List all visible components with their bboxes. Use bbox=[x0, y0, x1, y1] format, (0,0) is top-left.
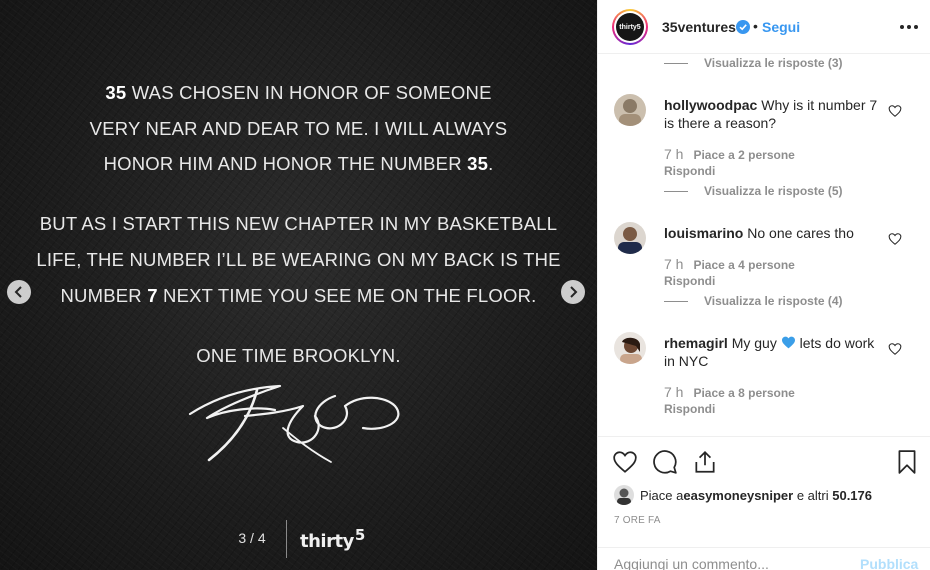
statement-line: NUMBER 7 NEXT TIME YOU SEE ME ON THE FLO… bbox=[0, 285, 597, 307]
carousel-prev-button[interactable] bbox=[7, 280, 31, 304]
carousel-pager: 3 / 4 bbox=[238, 530, 266, 546]
liked-by-user-link[interactable]: easymoneysniper bbox=[683, 488, 793, 503]
divider bbox=[286, 520, 287, 558]
comment-text: louismarino No one cares tho bbox=[664, 224, 886, 242]
bold-number: 35 bbox=[467, 153, 489, 174]
bold-number: 7 bbox=[147, 285, 158, 306]
comment-input[interactable] bbox=[614, 556, 844, 570]
reply-button[interactable]: Rispondi bbox=[664, 164, 715, 178]
view-replies-label: Visualizza le risposte (5) bbox=[704, 184, 843, 198]
avatar[interactable] bbox=[614, 94, 646, 126]
verified-badge-icon bbox=[736, 20, 750, 34]
view-replies-label: Visualizza le risposte (3) bbox=[704, 56, 843, 70]
statement-text: . bbox=[488, 153, 494, 174]
post-sidebar: thirty5 35ventures • Segui Visualizza le… bbox=[597, 0, 930, 570]
comment-likes[interactable]: Piace a 8 persone bbox=[693, 386, 794, 400]
likes-count-link[interactable]: 50.176 bbox=[832, 488, 872, 503]
avatar-image bbox=[614, 94, 646, 126]
statement-line: 35 WAS CHOSEN IN HONOR OF SOMEONE bbox=[0, 82, 597, 104]
comment-composer: Pubblica bbox=[598, 547, 930, 570]
post-timestamp[interactable]: 7 ORE FA bbox=[614, 515, 661, 526]
post-actions: Piace a easymoneysniper e altri 50.176 7… bbox=[598, 436, 930, 570]
chevron-left-icon bbox=[14, 286, 22, 298]
statement-line: BUT AS I START THIS NEW CHAPTER IN MY BA… bbox=[39, 213, 558, 234]
chevron-right-icon bbox=[570, 286, 578, 298]
statement-text: NUMBER bbox=[60, 285, 148, 306]
comment-text: hollywoodpac Why is it number 7 is there… bbox=[664, 96, 886, 132]
statement-line: LIFE, THE NUMBER I’LL BE WEARING ON MY B… bbox=[36, 249, 561, 270]
likes-prefix: Piace a bbox=[640, 487, 684, 503]
comment-meta: 7 h Piace a 8 persone bbox=[664, 384, 795, 400]
post-header: thirty5 35ventures • Segui bbox=[598, 0, 930, 54]
signature bbox=[188, 384, 400, 463]
avatar[interactable] bbox=[614, 485, 634, 505]
statement-text: NEXT TIME YOU SEE ME ON THE FLOOR. bbox=[157, 285, 537, 306]
comment-body: My guy bbox=[731, 335, 781, 351]
brand-word: thirty bbox=[300, 531, 354, 552]
post-image[interactable]: 35 WAS CHOSEN IN HONOR OF SOMEONE VERY N… bbox=[0, 0, 597, 570]
statement-line: VERY NEAR AND DEAR TO ME. I WILL ALWAYS bbox=[89, 118, 508, 139]
brand-number: 5 bbox=[354, 526, 365, 544]
comment-likes[interactable]: Piace a 2 persone bbox=[693, 148, 794, 162]
avatar[interactable] bbox=[614, 332, 646, 364]
avatar-image bbox=[614, 222, 646, 254]
likes-summary: Piace a easymoneysniper e altri 50.176 bbox=[614, 485, 872, 505]
blue-heart-emoji-icon bbox=[781, 336, 795, 349]
statement-line: ONE TIME BROOKLYN. bbox=[196, 345, 401, 366]
heart-icon[interactable] bbox=[888, 342, 902, 356]
likes-middle: e altri bbox=[793, 487, 833, 503]
comment-username[interactable]: hollywoodpac bbox=[664, 97, 757, 113]
share-icon[interactable] bbox=[692, 449, 718, 475]
avatar[interactable]: thirty5 bbox=[612, 9, 648, 45]
comment-body: No one cares tho bbox=[747, 225, 854, 241]
comment-time[interactable]: 7 h bbox=[664, 146, 683, 162]
view-replies-button[interactable]: Visualizza le risposte (5) bbox=[664, 184, 843, 198]
comment-likes[interactable]: Piace a 4 persone bbox=[693, 258, 794, 272]
statement-line: HONOR HIM AND HONOR THE NUMBER 35. bbox=[0, 153, 597, 175]
reply-button[interactable]: Rispondi bbox=[664, 274, 715, 288]
brand-logo: thirty5 bbox=[300, 526, 365, 552]
publish-button[interactable]: Pubblica bbox=[860, 556, 918, 570]
avatar-image: thirty5 bbox=[616, 13, 644, 41]
statement-text: WAS CHOSEN IN HONOR OF SOMEONE bbox=[126, 82, 492, 103]
heart-icon[interactable] bbox=[888, 232, 902, 246]
avatar-image bbox=[614, 485, 634, 505]
view-replies-button[interactable]: Visualizza le risposte (3) bbox=[664, 56, 843, 70]
comment-username[interactable]: louismarino bbox=[664, 225, 743, 241]
comment-icon[interactable] bbox=[652, 449, 678, 475]
comments-list: Visualizza le risposte (3) hollywoodpac … bbox=[598, 54, 930, 435]
view-replies-button[interactable]: Visualizza le risposte (4) bbox=[664, 294, 843, 308]
more-options-icon[interactable] bbox=[900, 18, 918, 36]
comment-text: rhemagirl My guy lets do work in NYC bbox=[664, 334, 886, 370]
reply-button[interactable]: Rispondi bbox=[664, 402, 715, 416]
bookmark-icon[interactable] bbox=[894, 449, 920, 475]
avatar-image bbox=[614, 332, 646, 364]
comment-username[interactable]: rhemagirl bbox=[664, 335, 728, 351]
statement-text: HONOR HIM AND HONOR THE NUMBER bbox=[103, 153, 468, 174]
like-heart-icon[interactable] bbox=[612, 449, 638, 475]
heart-icon[interactable] bbox=[888, 104, 902, 118]
comment-time[interactable]: 7 h bbox=[664, 384, 683, 400]
comment-time[interactable]: 7 h bbox=[664, 256, 683, 272]
username-link[interactable]: 35ventures bbox=[662, 19, 736, 35]
follow-button[interactable]: Segui bbox=[762, 19, 800, 35]
comment-meta: 7 h Piace a 4 persone bbox=[664, 256, 795, 272]
bold-number: 35 bbox=[105, 82, 127, 103]
view-replies-label: Visualizza le risposte (4) bbox=[704, 294, 843, 308]
carousel-next-button[interactable] bbox=[561, 280, 585, 304]
avatar-ring: thirty5 bbox=[614, 11, 646, 43]
separator-dot: • bbox=[753, 18, 758, 34]
avatar[interactable] bbox=[614, 222, 646, 254]
comment-meta: 7 h Piace a 2 persone bbox=[664, 146, 795, 162]
